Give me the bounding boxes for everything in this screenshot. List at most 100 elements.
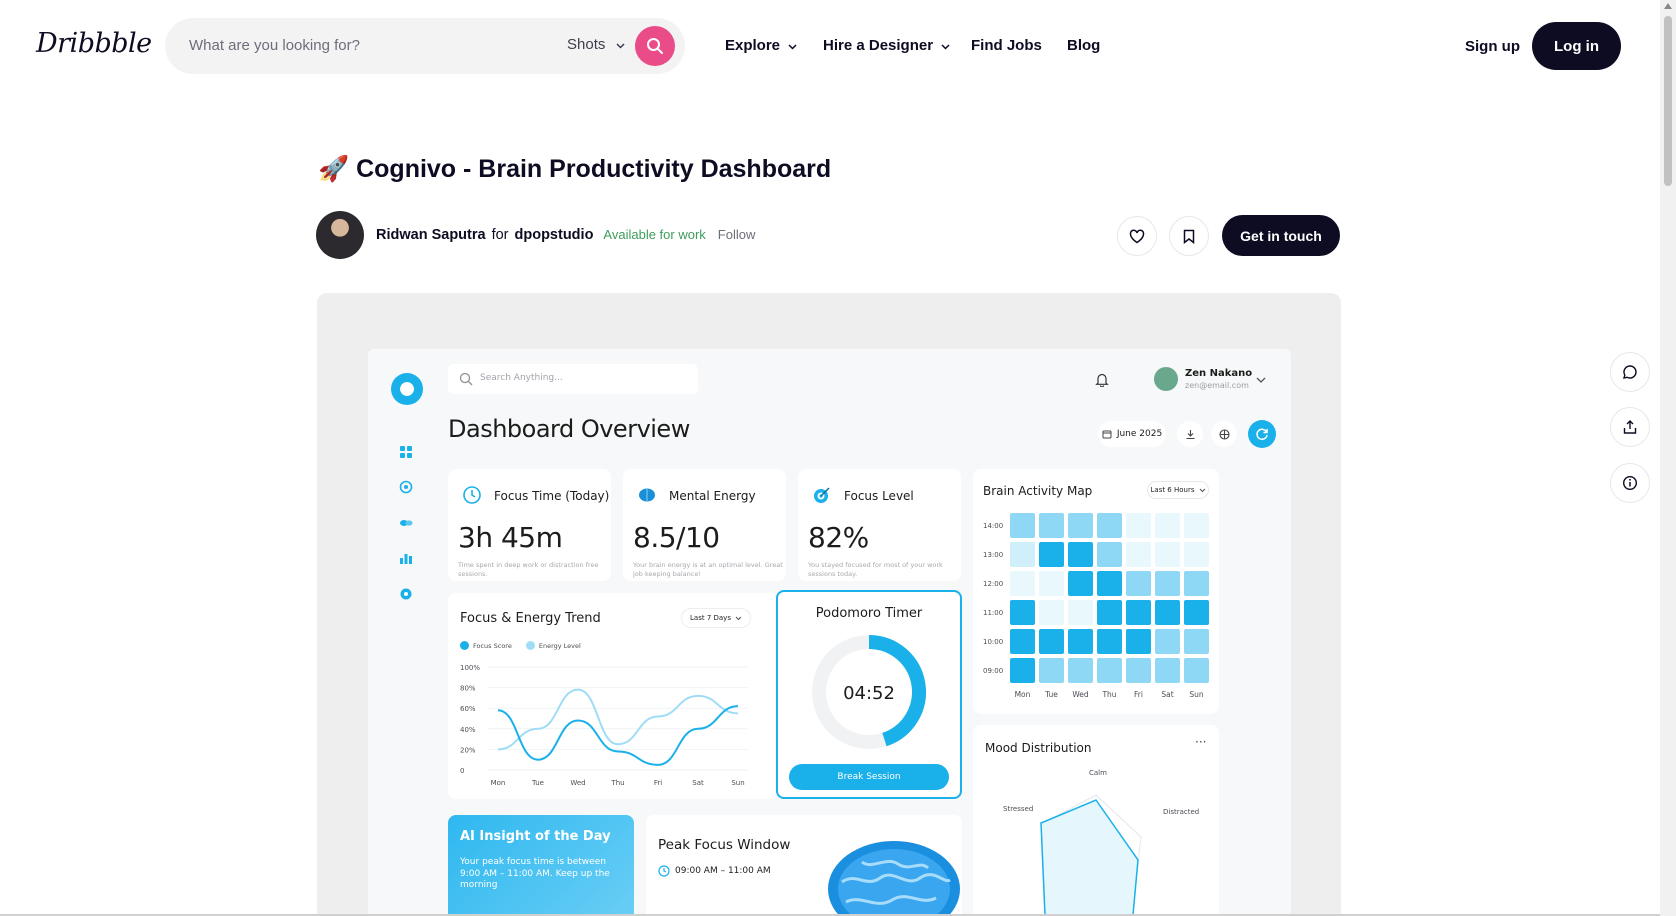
heatmap-cell <box>1184 658 1209 683</box>
heatmap-cell <box>1039 513 1064 538</box>
layout-icon <box>1218 428 1230 440</box>
y-tick-label: 40% <box>460 726 476 734</box>
heatmap-cell <box>1126 542 1151 567</box>
heatmap-cell <box>1097 542 1122 567</box>
shot-title: 🚀 Cognivo - Brain Productivity Dashboard <box>318 155 831 184</box>
search-button[interactable] <box>635 26 675 66</box>
heatmap-cell <box>1184 542 1209 567</box>
trend-range-label: Last 7 Days <box>690 614 731 622</box>
download-button <box>1177 421 1203 447</box>
focus-time-card: Focus Time (Today) 3h 45m Time spent in … <box>448 469 611 581</box>
comment-icon <box>1623 365 1637 379</box>
shot-image[interactable]: Search Anything... Zen Nakano zen@email.… <box>317 293 1341 916</box>
like-button[interactable] <box>1117 216 1157 256</box>
trend-title: Focus & Energy Trend <box>460 611 601 626</box>
follow-link[interactable]: Follow <box>718 227 756 242</box>
chevron-down-icon <box>1256 377 1266 383</box>
team-name[interactable]: dpopstudio <box>515 227 594 243</box>
heatmap-cell <box>1097 571 1122 596</box>
y-tick-label: 80% <box>460 685 476 693</box>
author-name[interactable]: Ridwan Saputra <box>376 227 486 243</box>
search-bar[interactable]: What are you looking for? Shots <box>165 18 685 74</box>
mood-title: Mood Distribution <box>985 741 1092 755</box>
grid-icon <box>400 446 412 458</box>
dashboard-user-name: Zen Nakano <box>1185 368 1253 379</box>
heatmap-cell <box>1010 600 1035 625</box>
heatmap-cell <box>1126 513 1151 538</box>
heatmap-day-label: Tue <box>1044 690 1058 699</box>
log-in-button[interactable]: Log in <box>1532 22 1621 70</box>
y-tick-label: 100% <box>460 664 480 672</box>
x-tick-label: Sun <box>731 779 744 787</box>
peak-focus-card: Peak Focus Window 09:00 AM – 11:00 AM <box>646 815 962 916</box>
scroll-up-arrow-icon[interactable] <box>1664 3 1672 9</box>
heatmap-cell <box>1184 513 1209 538</box>
focus-level-card: Focus Level 82% You stayed focused for m… <box>798 469 961 581</box>
author-avatar[interactable] <box>316 211 364 259</box>
more-icon: ··· <box>1195 735 1207 749</box>
bell-icon <box>1095 373 1109 387</box>
dashboard-search-placeholder: Search Anything... <box>480 373 563 383</box>
brain-illustration <box>828 841 960 916</box>
energy-line <box>497 688 739 751</box>
dashboard-search: Search Anything... <box>448 364 698 394</box>
timer-value: 04:52 <box>843 683 895 704</box>
heatmap-cell <box>1068 542 1093 567</box>
nav-hire-a-designer[interactable]: Hire a Designer <box>823 37 950 54</box>
dashboard-sidebar <box>368 349 446 916</box>
nav-find-jobs[interactable]: Find Jobs <box>971 37 1042 54</box>
x-tick-label: Thu <box>610 779 624 787</box>
comments-button[interactable] <box>1610 352 1650 392</box>
brain-map-range: Last 6 Hours <box>1147 481 1209 499</box>
heatmap-cell <box>1097 658 1122 683</box>
x-tick-label: Wed <box>570 779 585 787</box>
search-scope-dropdown[interactable]: Shots <box>567 36 625 53</box>
stat-title: Focus Time (Today) <box>494 489 610 503</box>
heatmap-cell <box>1155 571 1180 596</box>
availability-badge: Available for work <box>603 227 706 242</box>
scrollbar[interactable] <box>1660 0 1676 916</box>
heatmap-day-label: Sat <box>1161 690 1173 699</box>
y-tick-label: 60% <box>460 705 476 713</box>
mood-label-stressed: Stressed <box>1003 805 1034 813</box>
search-input[interactable]: What are you looking for? <box>189 37 360 54</box>
author-row: Ridwan Saputra for dpopstudio Available … <box>376 227 755 243</box>
insight-title: AI Insight of the Day <box>460 829 611 844</box>
heatmap-cell <box>1068 513 1093 538</box>
heatmap-cell <box>1010 629 1035 654</box>
stat-description: Your brain energy is at an optimal level… <box>633 561 783 579</box>
x-tick-label: Sat <box>692 779 704 787</box>
save-button[interactable] <box>1169 216 1209 256</box>
heatmap-cell <box>1155 658 1180 683</box>
mood-radar <box>1040 794 1142 916</box>
mood-label-calm: Calm <box>1089 769 1107 777</box>
scrollbar-thumb[interactable] <box>1664 16 1672 186</box>
info-button[interactable] <box>1610 463 1650 503</box>
heatmap-day-label: Thu <box>1101 690 1116 699</box>
month-picker: June 2025 <box>1098 421 1166 447</box>
heatmap-cell <box>1039 629 1064 654</box>
get-in-touch-button[interactable]: Get in touch <box>1222 215 1340 256</box>
nav-hire-label: Hire a Designer <box>823 37 934 54</box>
trend-chart: 100% 80% 60% 40% 20% 0 Mon Tue Wed Thu Fri Sat Sun <box>460 664 748 787</box>
focus-energy-trend-card: Focus & Energy Trend Last 7 Days Focus S… <box>448 593 778 799</box>
search-scope-label: Shots <box>567 36 606 53</box>
sign-up-link[interactable]: Sign up <box>1465 38 1520 55</box>
dribbble-logo[interactable]: Dribbble <box>36 28 152 59</box>
heatmap-day-label: Mon <box>1015 690 1031 699</box>
legend-energy: Energy Level <box>538 641 581 650</box>
heatmap-cell <box>1155 513 1180 538</box>
nav-blog[interactable]: Blog <box>1067 37 1100 54</box>
nav-explore[interactable]: Explore <box>725 37 797 54</box>
stat-value: 8.5/10 <box>633 521 720 554</box>
heatmap-cell <box>1126 658 1151 683</box>
share-button[interactable] <box>1610 407 1650 447</box>
heatmap-cell <box>1039 542 1064 567</box>
brain-icon <box>639 488 655 502</box>
break-session-button: Break Session <box>789 764 949 790</box>
layout-button <box>1211 421 1237 447</box>
brain-icon <box>400 520 413 526</box>
heatmap-cell <box>1184 600 1209 625</box>
heatmap-cell <box>1184 571 1209 596</box>
heatmap-day-label: Sun <box>1189 690 1204 699</box>
